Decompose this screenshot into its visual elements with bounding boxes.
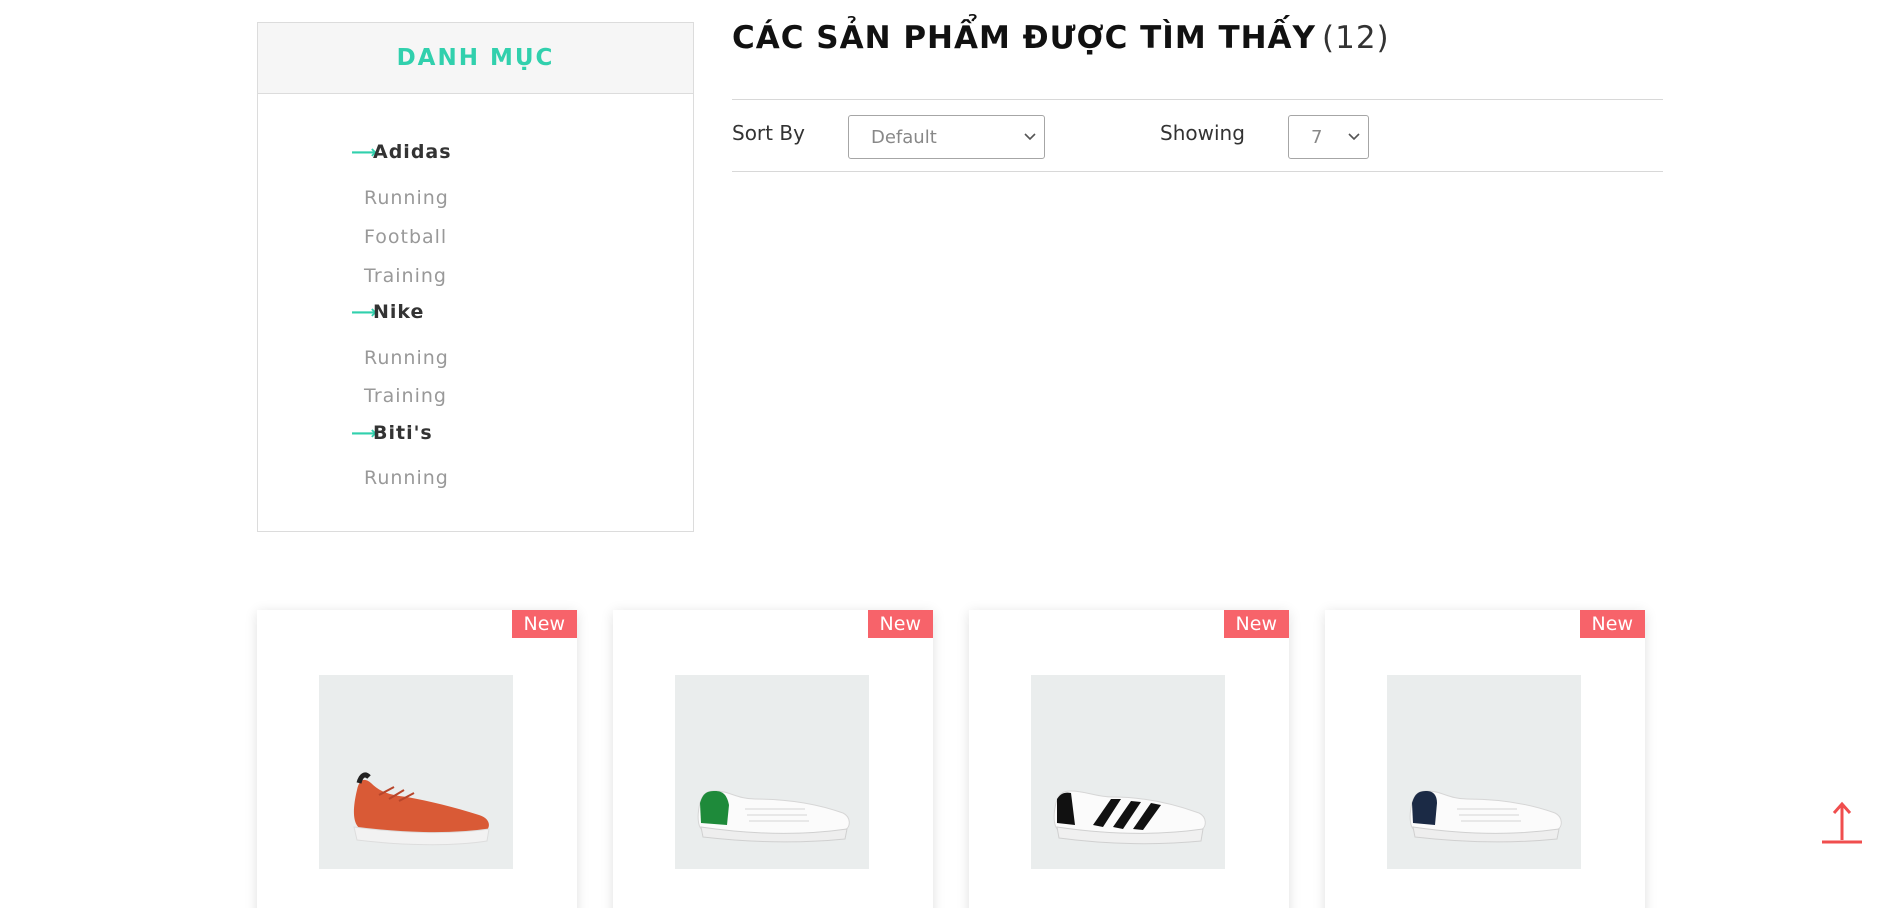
brand-label: Adidas	[373, 141, 452, 163]
results-count: (12)	[1322, 20, 1390, 56]
white-black-stripes-sneaker-icon	[1053, 790, 1206, 845]
arrow-right-icon: ⟶	[351, 422, 378, 444]
chevron-down-icon	[1024, 133, 1036, 141]
subcategory-adidas-running[interactable]: Running	[364, 187, 449, 209]
sort-select-value: Default	[871, 126, 937, 148]
arrow-right-icon: ⟶	[351, 141, 378, 163]
chevron-down-icon	[1348, 133, 1360, 141]
new-badge: New	[867, 610, 933, 638]
arrow-up-icon[interactable]	[1820, 800, 1864, 846]
subcategory-nike-running[interactable]: Running	[364, 347, 449, 369]
product-image[interactable]	[1387, 675, 1581, 869]
toolbar-top-divider	[732, 99, 1663, 100]
page-title: CÁC SẢN PHẨM ĐƯỢC TÌM THẤY (12)	[732, 20, 1390, 56]
product-card[interactable]: New	[1325, 610, 1645, 908]
subcategory-bitis-running[interactable]: Running	[364, 467, 449, 489]
category-brand-bitis[interactable]: ⟶ Biti's	[351, 422, 433, 444]
product-card[interactable]: New	[257, 610, 577, 908]
white-navy-sneaker-icon	[1409, 790, 1562, 843]
category-sidebar: DANH MỤC ⟶ Adidas Running Football Train…	[257, 22, 694, 532]
new-badge: New	[1579, 610, 1645, 638]
showing-label: Showing	[1160, 121, 1245, 145]
new-badge: New	[511, 610, 577, 638]
sidebar-title: DANH MỤC	[396, 45, 555, 71]
showing-select[interactable]: 7	[1288, 115, 1369, 159]
brand-label: Biti's	[373, 422, 433, 444]
category-brand-nike[interactable]: ⟶ Nike	[351, 301, 424, 323]
product-image[interactable]	[1031, 675, 1225, 869]
new-badge: New	[1223, 610, 1289, 638]
subcategory-nike-training[interactable]: Training	[364, 385, 447, 407]
product-image[interactable]	[675, 675, 869, 869]
toolbar-bottom-divider	[732, 171, 1663, 172]
orange-runner-shoe-icon	[353, 772, 490, 846]
results-heading: CÁC SẢN PHẨM ĐƯỢC TÌM THẤY	[732, 20, 1316, 56]
arrow-right-icon: ⟶	[351, 301, 378, 323]
sidebar-header: DANH MỤC	[258, 23, 693, 94]
category-brand-adidas[interactable]: ⟶ Adidas	[351, 141, 452, 163]
product-card[interactable]: New	[969, 610, 1289, 908]
sort-label: Sort By	[732, 121, 805, 145]
product-card[interactable]: New	[613, 610, 933, 908]
product-image[interactable]	[319, 675, 513, 869]
white-green-sneaker-icon	[697, 790, 850, 843]
showing-select-value: 7	[1311, 126, 1323, 148]
brand-label: Nike	[373, 301, 425, 323]
subcategory-adidas-football[interactable]: Football	[364, 226, 447, 248]
sort-select[interactable]: Default	[848, 115, 1045, 159]
subcategory-adidas-training[interactable]: Training	[364, 265, 447, 287]
